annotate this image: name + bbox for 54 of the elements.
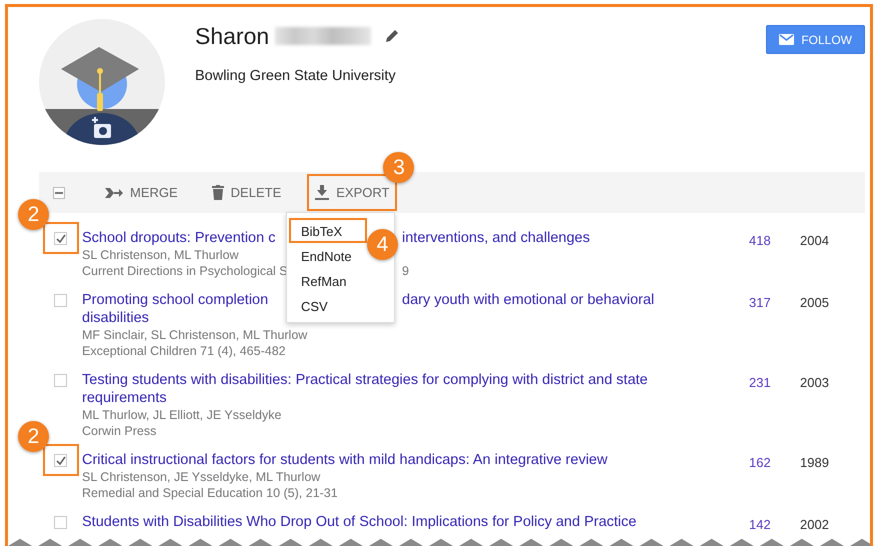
paper-venue: 9	[402, 263, 409, 279]
delete-button[interactable]: DELETE	[204, 174, 290, 212]
paper-authors: SL Christenson, JE Ysseldyke, ML Thurlow	[82, 469, 320, 485]
publication-year: 2002	[799, 516, 829, 534]
cited-by-count[interactable]: 418	[722, 229, 792, 279]
paper-title[interactable]: Students with Disabilities Who Drop Out of School: Implications for Policy and Practice	[82, 513, 636, 531]
row-checkbox[interactable]	[54, 516, 67, 529]
menu-item[interactable]: CSV	[289, 293, 367, 318]
highlight-frame	[43, 222, 79, 254]
publication-year: 2005	[799, 294, 829, 312]
callout-badge: 2	[18, 421, 49, 452]
export-button[interactable]: EXPORT	[307, 174, 398, 212]
row-checkbox[interactable]	[54, 294, 67, 307]
menu-item[interactable]: RefMan	[289, 268, 367, 293]
publication-year: 2003	[799, 374, 829, 392]
merge-button[interactable]: MERGE	[97, 174, 186, 212]
row-checkbox[interactable]	[54, 454, 67, 467]
trash-icon	[212, 185, 224, 200]
merge-icon	[105, 186, 123, 198]
cited-by-count[interactable]: 231	[722, 371, 792, 439]
minus-icon	[55, 192, 63, 194]
paper-venue: Exceptional Children 71 (4), 465-482	[82, 343, 286, 359]
affiliation: Bowling Green State University	[195, 66, 397, 86]
cited-by-count[interactable]: 142	[722, 513, 792, 534]
highlight-frame	[43, 444, 79, 476]
paper-title[interactable]: interventions, and challenges	[402, 229, 590, 247]
select-all-checkbox[interactable]	[53, 186, 65, 198]
paper-title[interactable]: requirements	[82, 389, 167, 407]
callout-badge: 4	[367, 229, 398, 260]
edit-icon[interactable]	[385, 29, 400, 44]
paper-title[interactable]: dary youth with emotional or behavioral	[402, 291, 654, 309]
paper-authors: SL Christenson, ML Thurlow	[82, 247, 239, 263]
add-photo-icon[interactable]	[91, 116, 111, 138]
paper-title[interactable]: Critical instructional factors for students with mild handicaps: An integrative review	[82, 451, 608, 469]
cited-by-count[interactable]: 162	[722, 451, 792, 501]
row-checkbox[interactable]	[54, 374, 67, 387]
paper-title[interactable]: disabilities	[82, 309, 149, 327]
cited-by-count[interactable]: 317	[722, 291, 792, 359]
profile-name: Sharon	[195, 22, 270, 51]
menu-item[interactable]: EndNote	[289, 243, 367, 268]
row-checkbox[interactable]	[54, 232, 67, 245]
paper-venue: Remedial and Special Education 10 (5), 21-31	[82, 485, 338, 501]
paper-venue: Corwin Press	[82, 423, 156, 439]
paper-title[interactable]: School dropouts: Prevention c	[82, 229, 285, 247]
envelope-icon	[779, 34, 794, 45]
callout-badge: 2	[18, 199, 49, 230]
publication-year: 1989	[799, 454, 829, 472]
download-icon	[315, 185, 330, 200]
paper-authors: MF Sinclair, SL Christenson, ML Thurlow	[82, 327, 308, 343]
paper-authors: ML Thurlow, JL Elliott, JE Ysseldyke	[82, 407, 282, 423]
publication-year: 2004	[799, 232, 829, 250]
callout-badge: 3	[383, 152, 414, 183]
paper-title[interactable]: Testing students with disabilities: Practical strategies for complying with district and state	[82, 371, 648, 389]
paper-title[interactable]: Promoting school completion	[82, 291, 285, 309]
